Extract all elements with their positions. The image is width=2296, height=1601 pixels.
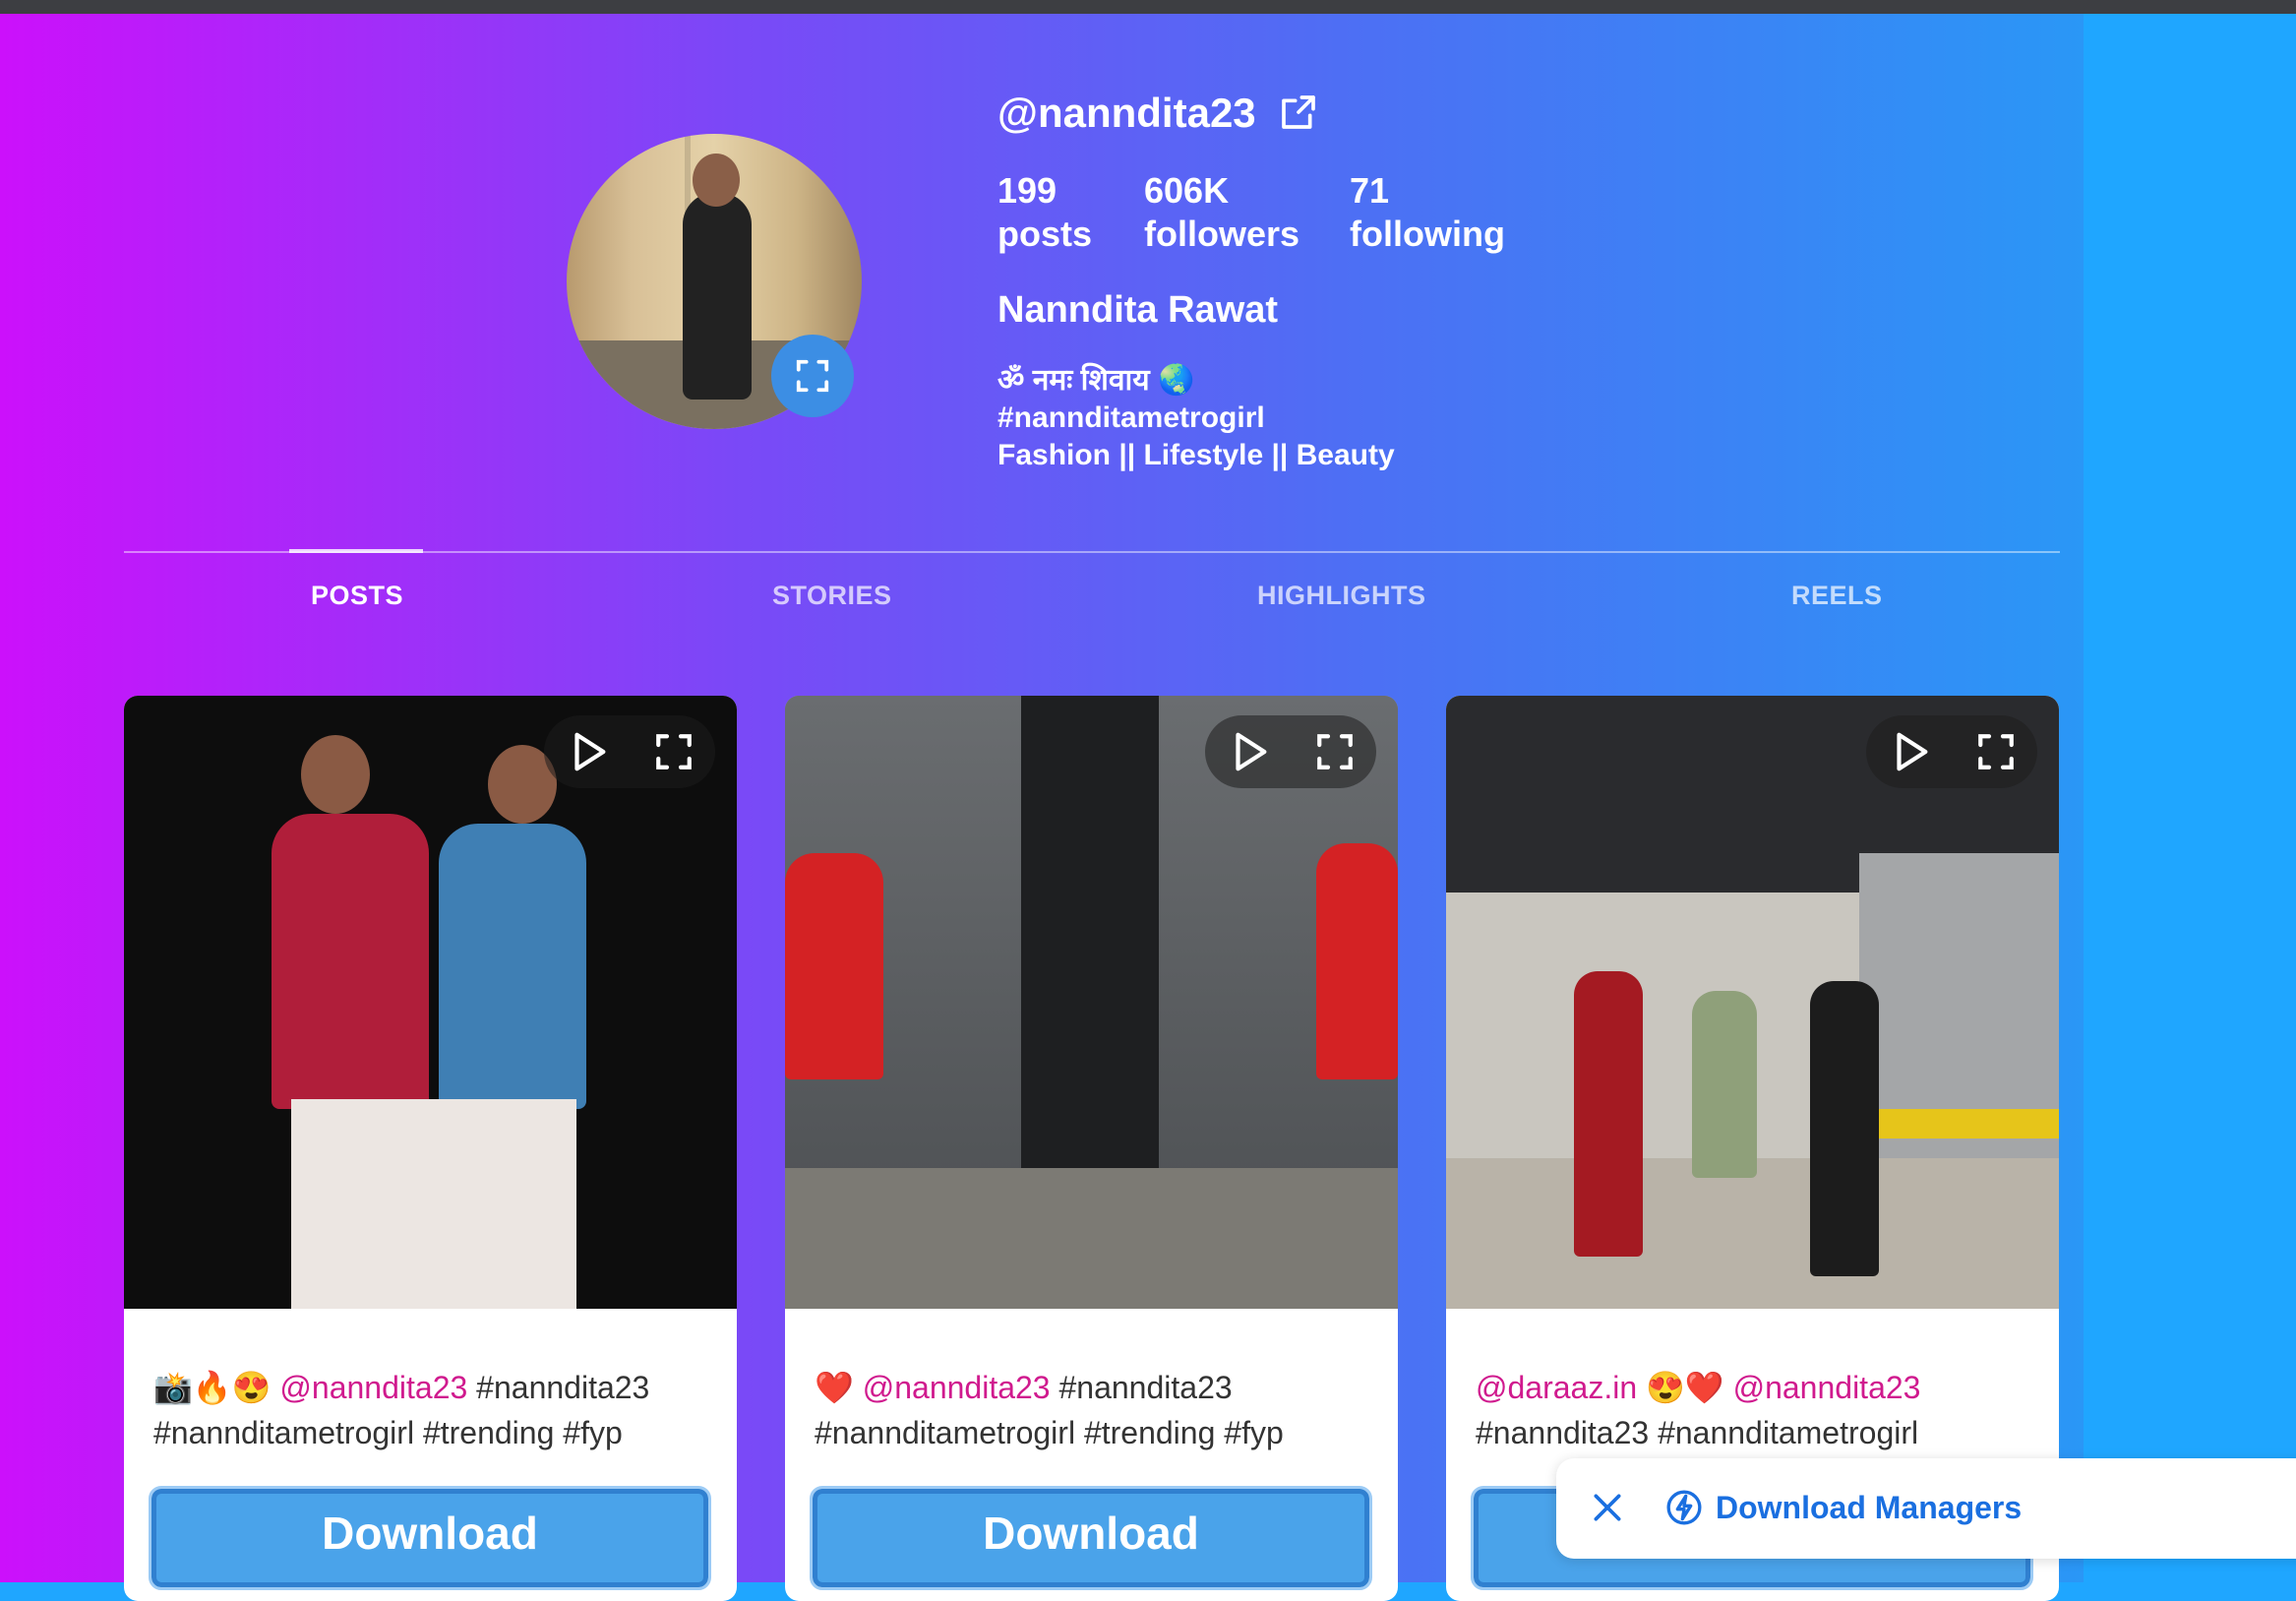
caption-mention[interactable]: @nanndita23 bbox=[279, 1370, 467, 1405]
post-thumbnail[interactable] bbox=[1446, 696, 2059, 1309]
external-link-icon[interactable] bbox=[1279, 92, 1318, 132]
download-button[interactable]: Download bbox=[810, 1486, 1372, 1590]
tab-reels[interactable]: REELS bbox=[1791, 581, 1883, 611]
post-card: 📸🔥😍 @nanndita23 #nanndita23 #nannditamet… bbox=[124, 696, 737, 1601]
stat-posts-label: posts bbox=[997, 214, 1093, 254]
stat-followers: 606K followers bbox=[1144, 169, 1299, 256]
close-icon[interactable] bbox=[1588, 1488, 1627, 1527]
media-controls bbox=[544, 715, 715, 788]
fullscreen-icon[interactable] bbox=[1314, 731, 1356, 772]
browser-top-bar bbox=[0, 0, 2296, 14]
caption-mention[interactable]: @daraaz.in bbox=[1476, 1370, 1637, 1405]
bio-line-1: ॐ नमः शिवाय 🌏 bbox=[997, 364, 1195, 397]
stat-followers-label: followers bbox=[1144, 214, 1300, 254]
tab-stories[interactable]: STORIES bbox=[772, 581, 892, 611]
play-icon[interactable] bbox=[566, 729, 611, 774]
post-caption: ❤️ @nanndita23 #nanndita23 #nannditametr… bbox=[815, 1370, 1284, 1450]
download-managers-link[interactable]: Download Managers bbox=[1716, 1488, 2022, 1527]
caption-mention[interactable]: @nanndita23 bbox=[863, 1370, 1051, 1405]
side-strip bbox=[2084, 14, 2296, 1582]
post-caption: 📸🔥😍 @nanndita23 #nanndita23 #nannditamet… bbox=[153, 1370, 650, 1450]
stat-following-value: 71 bbox=[1350, 170, 1390, 211]
bio-line-2: #nannditametrogirl bbox=[997, 401, 1265, 434]
stat-following-label: following bbox=[1350, 214, 1505, 254]
post-card: ❤️ @nanndita23 #nanndita23 #nannditametr… bbox=[785, 696, 1398, 1601]
caption-mention[interactable]: @nanndita23 bbox=[1733, 1370, 1921, 1405]
bio-line-3: Fashion || Lifestyle || Beauty bbox=[997, 439, 1395, 471]
play-icon[interactable] bbox=[1888, 729, 1933, 774]
media-controls bbox=[1205, 715, 1376, 788]
tab-highlights[interactable]: HIGHLIGHTS bbox=[1257, 581, 1426, 611]
play-icon[interactable] bbox=[1227, 729, 1272, 774]
stat-followers-value: 606K bbox=[1144, 170, 1230, 211]
active-tab-indicator bbox=[289, 549, 423, 553]
profile-full-name: Nanndita Rawat bbox=[997, 289, 1279, 331]
post-thumbnail[interactable] bbox=[124, 696, 737, 1309]
fullscreen-icon[interactable] bbox=[1975, 731, 2017, 772]
fullscreen-icon[interactable] bbox=[653, 731, 695, 772]
stat-following: 71 following bbox=[1350, 169, 1505, 256]
stat-posts: 199 posts bbox=[997, 169, 1092, 256]
stat-posts-value: 199 bbox=[997, 170, 1057, 211]
download-manager-icon bbox=[1666, 1490, 1702, 1525]
expand-icon bbox=[796, 359, 829, 393]
media-controls bbox=[1866, 715, 2037, 788]
profile-username: @nanndita23 bbox=[997, 90, 1256, 136]
download-button[interactable]: Download bbox=[149, 1486, 711, 1590]
avatar-expand-button[interactable] bbox=[771, 335, 854, 417]
post-thumbnail[interactable] bbox=[785, 696, 1398, 1309]
download-managers-popup: Download Managers bbox=[1556, 1458, 2296, 1559]
post-caption: @daraaz.in 😍❤️ @nanndita23 #nanndita23 #… bbox=[1476, 1370, 1921, 1450]
tab-posts[interactable]: POSTS bbox=[311, 581, 403, 611]
